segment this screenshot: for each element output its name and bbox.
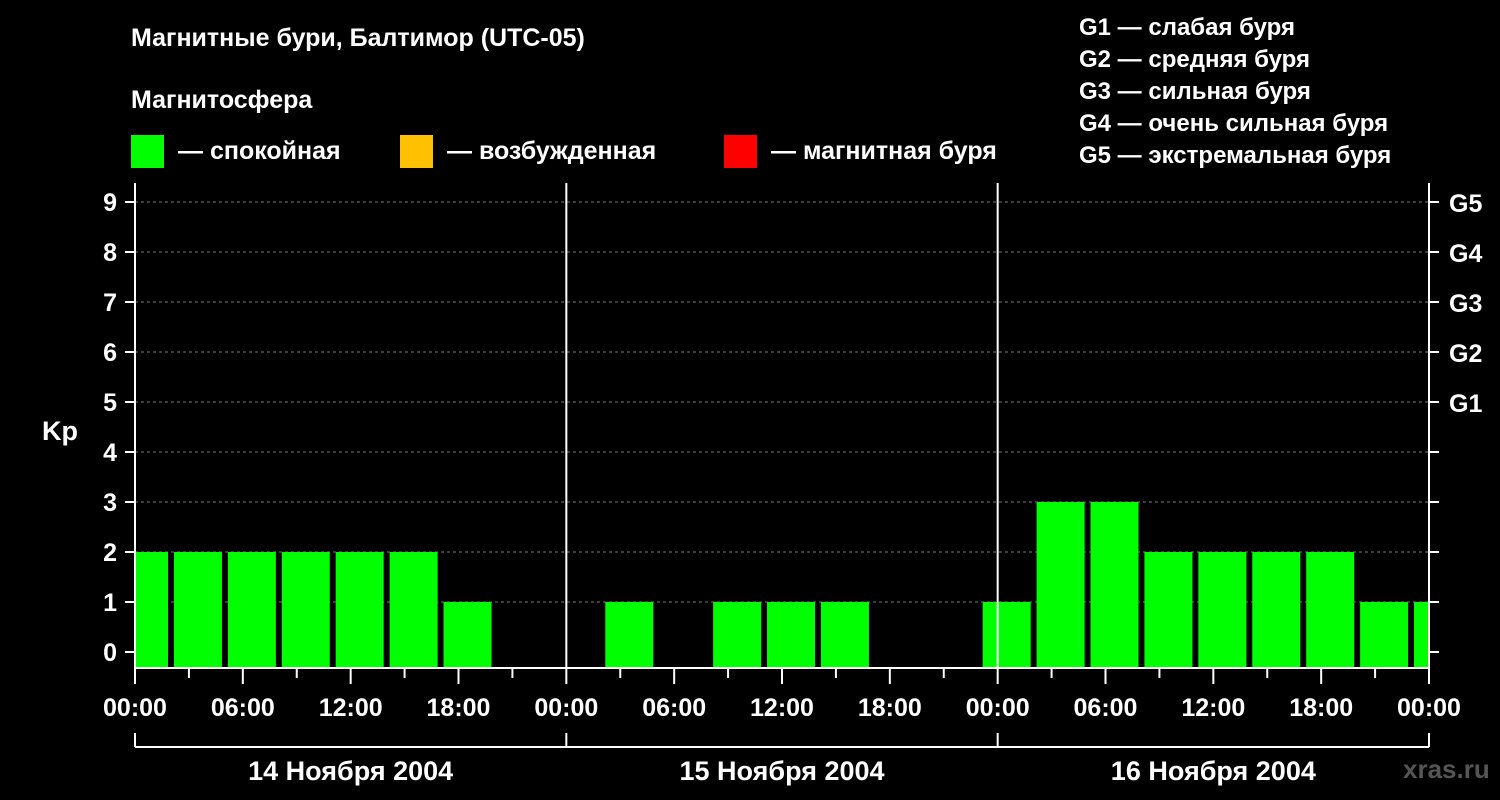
watermark: xras.ru (1403, 754, 1490, 784)
y-tick-label: 7 (103, 289, 117, 317)
kp-bar (1144, 552, 1193, 668)
x-tick-label: 00:00 (103, 694, 167, 722)
x-tick-label: 00:00 (966, 694, 1030, 722)
x-tick-label: 00:00 (1397, 694, 1461, 722)
day-label: 14 Ноября 2004 (248, 756, 453, 786)
x-tick-label: 12:00 (319, 694, 383, 722)
x-tick-label: 06:00 (211, 694, 275, 722)
kp-bar (173, 552, 222, 668)
g-level-label: G4 (1449, 240, 1482, 268)
y-tick-label: 3 (103, 489, 117, 517)
y-axis-label: Kp (42, 416, 78, 446)
kp-bar (605, 602, 654, 668)
x-tick-label: 18:00 (1289, 694, 1353, 722)
x-tick-label: 06:00 (642, 694, 706, 722)
kp-bar (767, 602, 816, 668)
kp-bar (389, 552, 438, 668)
kp-bar (982, 602, 1031, 668)
kp-bar (281, 552, 330, 668)
kp-bar (820, 602, 869, 668)
kp-bar-chart: 0 1 2 3 4 5 6 7 8 9 G1 G2 G3 G4 G5 Kp 00:00 06:00 12:00 18:… (42, 183, 1482, 786)
kp-bar (1090, 502, 1139, 668)
y-tick-label: 9 (103, 189, 117, 217)
kp-bar (1414, 602, 1428, 668)
kp-bar (1360, 602, 1409, 668)
y-tick-label: 4 (103, 439, 117, 467)
kp-bar (136, 552, 169, 668)
x-tick-label: 00:00 (534, 694, 598, 722)
kp-bar (227, 552, 276, 668)
g-level-label: G3 (1449, 290, 1482, 318)
kp-bar (335, 552, 384, 668)
x-tick-label: 06:00 (1074, 694, 1138, 722)
x-tick-label: 12:00 (750, 694, 814, 722)
kp-bar (1036, 502, 1085, 668)
day-label: 15 Ноября 2004 (679, 756, 884, 786)
kp-bar (1306, 552, 1355, 668)
y-tick-label: 6 (103, 339, 117, 367)
x-tick-label: 18:00 (858, 694, 922, 722)
kp-bar (1198, 552, 1247, 668)
kp-bar (1252, 552, 1301, 668)
day-label: 16 Ноября 2004 (1111, 756, 1316, 786)
x-tick-label: 12:00 (1181, 694, 1245, 722)
g-level-label: G1 (1449, 390, 1482, 418)
g-level-label: G2 (1449, 340, 1482, 368)
x-tick-label: 18:00 (427, 694, 491, 722)
y-tick-label: 0 (103, 639, 117, 667)
g-level-label: G5 (1449, 190, 1482, 218)
kp-bar (443, 602, 492, 668)
y-tick-label: 5 (103, 389, 117, 417)
y-tick-label: 2 (103, 539, 117, 567)
y-tick-label: 1 (103, 589, 117, 617)
y-tick-label: 8 (103, 239, 117, 267)
kp-bar (713, 602, 762, 668)
